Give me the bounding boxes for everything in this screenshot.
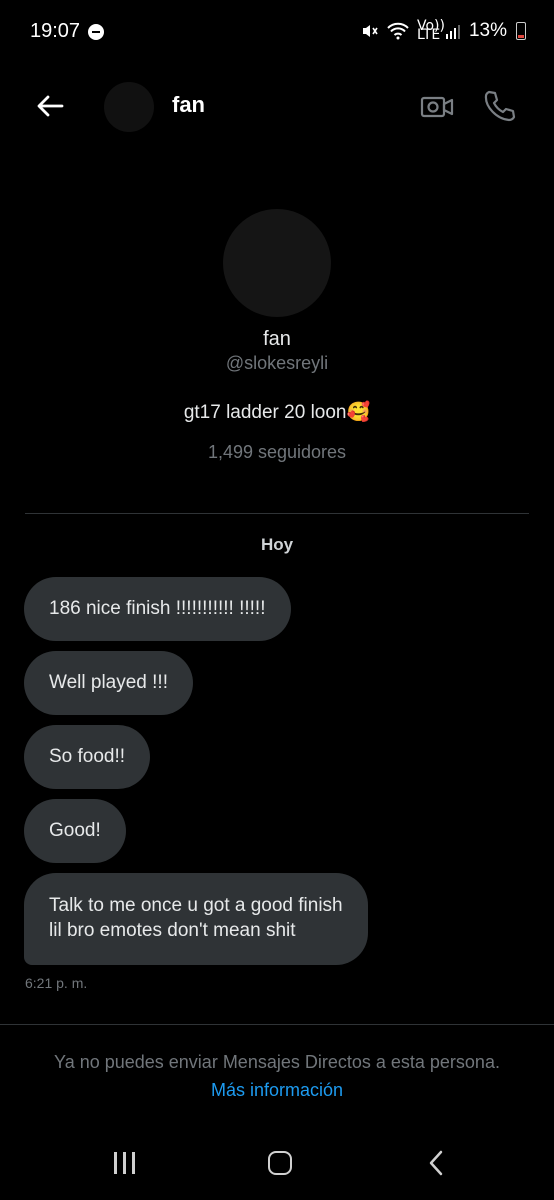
profile-bio: gt17 ladder 20 loon🥰	[183, 402, 371, 423]
message-bubble[interactable]: Good!	[24, 799, 126, 863]
battery-percent: 13%	[468, 20, 507, 41]
profile-followers: 1,499 seguidores	[207, 442, 347, 462]
profile-avatar[interactable]	[223, 209, 331, 317]
system-back-icon[interactable]	[426, 1150, 446, 1176]
dm-disabled-notice: Ya no puedes enviar Mensajes Directos a …	[54, 1052, 500, 1072]
home-icon[interactable]	[268, 1151, 292, 1175]
learn-more-link[interactable]: Más información	[0, 1080, 554, 1101]
status-icons: Vo)) LTE 13%	[361, 18, 526, 43]
message-bubble[interactable]: 186 nice finish !!!!!!!!!!! !!!!!	[24, 577, 291, 641]
divider	[0, 1024, 554, 1025]
conversation-header: fan	[0, 64, 554, 150]
signal-icon	[445, 25, 460, 39]
divider	[25, 513, 529, 514]
phone-call-icon[interactable]	[482, 88, 516, 122]
recent-apps-icon[interactable]	[112, 1152, 138, 1174]
video-call-icon[interactable]	[420, 90, 454, 124]
day-separator: Hoy	[260, 535, 294, 554]
volte-icon: Vo)) LTE	[416, 18, 445, 43]
avatar[interactable]	[104, 82, 154, 132]
back-arrow-icon[interactable]	[34, 90, 66, 122]
message-bubble[interactable]: Talk to me once u got a good finish lil …	[24, 873, 368, 965]
status-time: 19:07	[30, 20, 81, 42]
message-timestamp: 6:21 p. m.	[25, 975, 88, 991]
battery-icon	[516, 22, 526, 40]
system-navigation-bar	[0, 1130, 554, 1200]
status-bar: 19:07 Vo)) LTE 13%	[0, 0, 554, 64]
do-not-disturb-icon	[88, 24, 104, 40]
profile-name: fan	[263, 328, 291, 350]
message-bubble[interactable]: So food!!	[24, 725, 151, 789]
message-bubble[interactable]: Well played !!!	[24, 651, 193, 715]
mute-icon	[362, 25, 378, 37]
header-name[interactable]: fan	[172, 92, 205, 118]
profile-handle: @slokesreyli	[225, 353, 329, 373]
wifi-icon	[387, 22, 409, 40]
